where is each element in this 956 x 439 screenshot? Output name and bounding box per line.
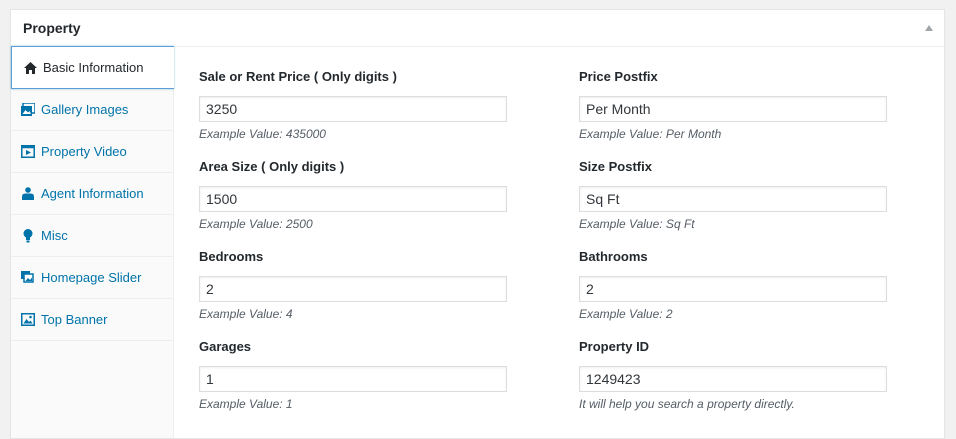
- tab-label: Basic Information: [43, 60, 144, 75]
- garages-hint: Example Value: 1: [199, 397, 293, 411]
- bedrooms-hint: Example Value: 4: [199, 307, 293, 321]
- area-input[interactable]: [199, 186, 507, 212]
- bedrooms-label: Bedrooms: [199, 249, 264, 264]
- tab-label: Homepage Slider: [41, 270, 142, 285]
- bathrooms-input[interactable]: [579, 276, 887, 302]
- price-hint: Example Value: 435000: [199, 127, 326, 141]
- video-icon: [21, 145, 35, 159]
- tab-label: Agent Information: [41, 186, 144, 201]
- property-metabox: Property Basic Information Gallery Image…: [10, 9, 945, 439]
- agent-icon: [21, 187, 35, 201]
- property-id-input[interactable]: [579, 366, 887, 392]
- property-id-label: Property ID: [579, 339, 650, 354]
- size-postfix-field-group: Size Postfix Example Value: Sq Ft: [579, 159, 889, 231]
- tab-gallery-images[interactable]: Gallery Images: [11, 89, 173, 131]
- slider-icon: [21, 271, 35, 285]
- tab-label: Top Banner: [41, 312, 108, 327]
- property-id-hint: It will help you search a property direc…: [579, 397, 795, 411]
- garages-field-group: Garages Example Value: 1: [199, 339, 509, 411]
- bathrooms-label: Bathrooms: [579, 249, 648, 264]
- garages-label: Garages: [199, 339, 252, 354]
- property-id-field-group: Property ID It will help you search a pr…: [579, 339, 889, 411]
- price-postfix-input[interactable]: [579, 96, 887, 122]
- bedrooms-input[interactable]: [199, 276, 507, 302]
- price-postfix-field-group: Price Postfix Example Value: Per Month: [579, 69, 889, 141]
- price-postfix-label: Price Postfix: [579, 69, 658, 84]
- size-postfix-input[interactable]: [579, 186, 887, 212]
- tab-homepage-slider[interactable]: Homepage Slider: [11, 257, 173, 299]
- bedrooms-field-group: Bedrooms Example Value: 4: [199, 249, 509, 321]
- garages-input[interactable]: [199, 366, 507, 392]
- banner-icon: [21, 313, 35, 327]
- basic-information-panel: Sale or Rent Price ( Only digits ) Examp…: [174, 46, 944, 438]
- tab-label: Property Video: [41, 144, 127, 159]
- metabox-title: Property: [23, 20, 81, 36]
- bathrooms-hint: Example Value: 2: [579, 307, 673, 321]
- tab-top-banner[interactable]: Top Banner: [11, 299, 173, 341]
- tab-misc[interactable]: Misc: [11, 215, 173, 257]
- area-hint: Example Value: 2500: [199, 217, 313, 231]
- tab-label: Gallery Images: [41, 102, 129, 117]
- size-postfix-hint: Example Value: Sq Ft: [579, 217, 695, 231]
- price-field-group: Sale or Rent Price ( Only digits ) Examp…: [199, 69, 509, 141]
- collapse-toggle-icon[interactable]: [925, 25, 933, 31]
- bathrooms-field-group: Bathrooms Example Value: 2: [579, 249, 889, 321]
- area-label: Area Size ( Only digits ): [199, 159, 345, 174]
- size-postfix-label: Size Postfix: [579, 159, 652, 174]
- price-input[interactable]: [199, 96, 507, 122]
- tab-property-video[interactable]: Property Video: [11, 131, 173, 173]
- tab-label: Misc: [41, 228, 68, 243]
- tab-agent-information[interactable]: Agent Information: [11, 173, 173, 215]
- metabox-header[interactable]: Property: [11, 10, 944, 47]
- price-postfix-hint: Example Value: Per Month: [579, 127, 722, 141]
- home-icon: [23, 61, 37, 75]
- tab-list: Basic Information Gallery Images Propert…: [11, 46, 174, 438]
- lightbulb-icon: [21, 228, 35, 243]
- gallery-icon: [21, 103, 35, 117]
- tab-basic-information[interactable]: Basic Information: [11, 46, 174, 89]
- area-field-group: Area Size ( Only digits ) Example Value:…: [199, 159, 509, 231]
- price-label: Sale or Rent Price ( Only digits ): [199, 69, 397, 84]
